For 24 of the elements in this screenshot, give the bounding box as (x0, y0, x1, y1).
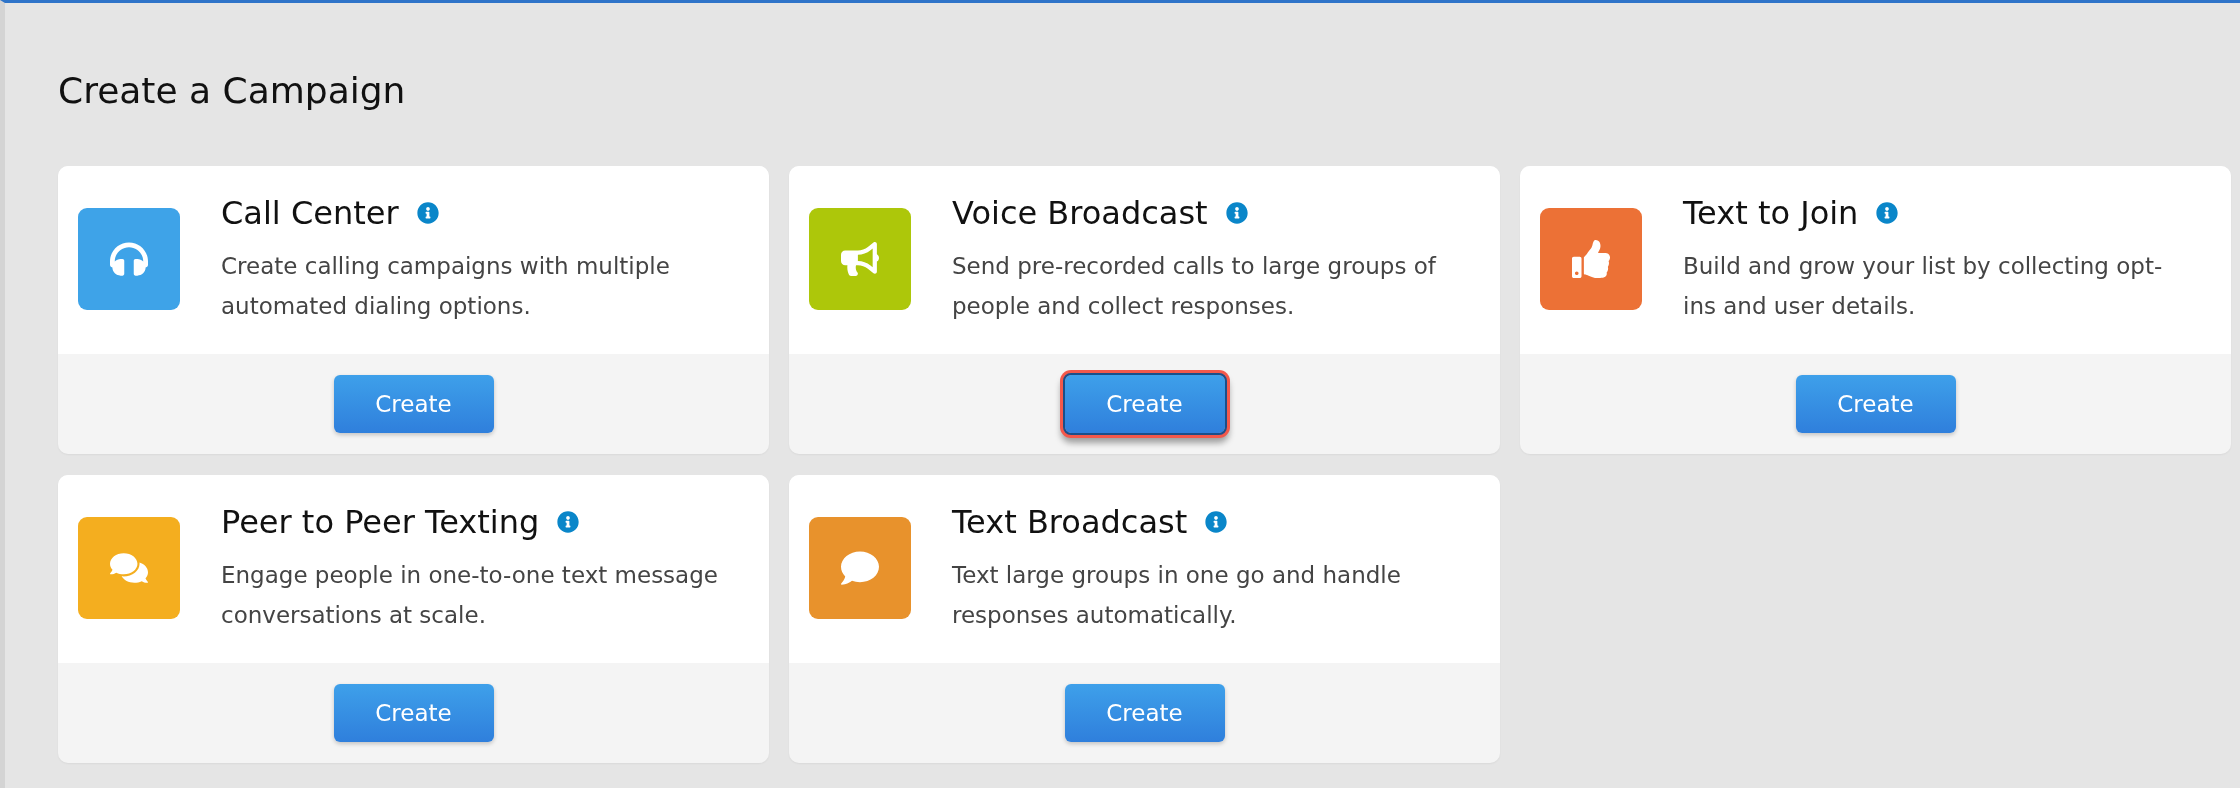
card-description: Build and grow your list by collecting opt-ins and user details. (1683, 252, 2164, 321)
info-icon[interactable] (1876, 202, 1899, 224)
headphones-icon (110, 240, 148, 278)
create-button[interactable]: Create (1064, 684, 1225, 742)
thumbs-up-icon (1572, 240, 1610, 278)
chat-bubble-icon (841, 549, 879, 587)
card-title: Call Center (221, 194, 399, 232)
info-icon[interactable] (1205, 511, 1228, 533)
card-description: Text large groups in one go and handle responses automatically. (952, 561, 1402, 630)
page-title: Create a Campaign (58, 69, 406, 113)
card-title: Peer to Peer Texting (221, 503, 540, 541)
create-button[interactable]: Create (333, 684, 494, 742)
info-icon[interactable] (1225, 202, 1248, 224)
card-description: Send pre-recorded calls to large groups of people and collect responses. (952, 252, 1438, 321)
create-button[interactable]: Create (333, 375, 494, 433)
card-description: Create calling campaigns with multiple automated dialing options. (221, 252, 671, 321)
info-icon[interactable] (557, 511, 580, 533)
card-title: Text to Join (1683, 194, 1859, 232)
create-button[interactable]: Create (1795, 375, 1956, 433)
info-icon[interactable] (416, 202, 439, 224)
card-description: Engage people in one-to-one text message conversations at scale. (221, 561, 719, 630)
megaphone-icon (841, 240, 879, 278)
card-title: Voice Broadcast (952, 194, 1208, 232)
card-title: Text Broadcast (952, 503, 1188, 541)
